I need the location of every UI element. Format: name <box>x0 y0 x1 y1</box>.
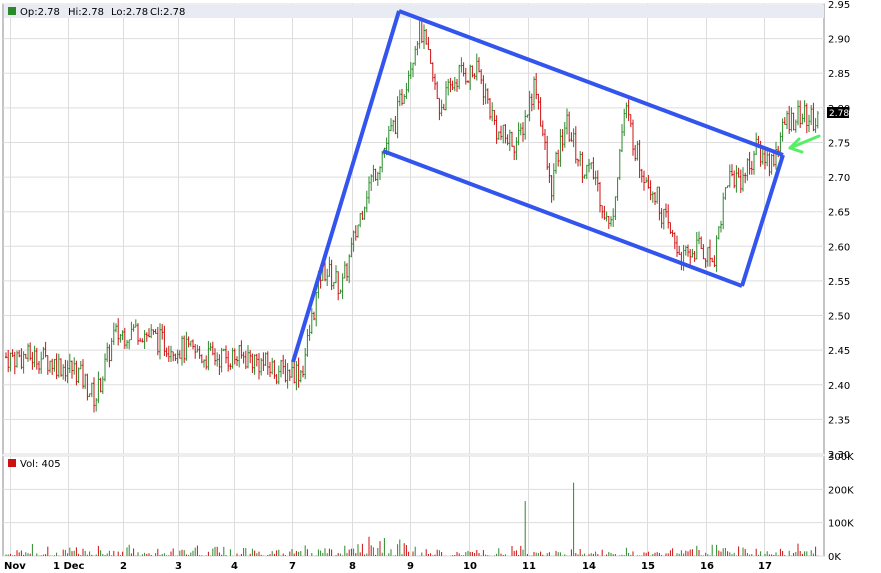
volume-label: Vol: 405 <box>20 459 61 470</box>
x-tick-label: 10 <box>463 561 477 572</box>
x-tick-label: 15 <box>641 561 655 572</box>
x-tick-label: 11 <box>522 561 536 572</box>
x-tick-label: Nov <box>4 561 26 572</box>
x-tick-label: 17 <box>758 561 772 572</box>
price-y-axis: 2.302.352.402.452.502.552.602.652.702.75… <box>828 0 850 461</box>
x-tick-label: 16 <box>700 561 714 572</box>
x-tick-label: 14 <box>582 561 596 572</box>
close-label: Cl:2.78 <box>150 7 185 18</box>
price-tick-label: 2.35 <box>828 415 850 426</box>
price-tick-label: 2.45 <box>828 346 850 357</box>
price-tick-label: 2.75 <box>828 138 850 149</box>
price-tick-label: 2.50 <box>828 312 850 323</box>
x-tick-label: 1 Dec <box>53 561 85 572</box>
x-tick-label: 4 <box>231 561 238 572</box>
price-tick-label: 2.65 <box>828 208 850 219</box>
price-tick-label: 2.90 <box>828 35 850 46</box>
high-label: Hi:2.78 <box>68 7 104 18</box>
price-tick-label: 2.70 <box>828 173 850 184</box>
volume-y-axis: 0K 100K 200K 300K <box>828 452 854 563</box>
x-tick-label: 2 <box>120 561 127 572</box>
volume-panel <box>2 455 825 557</box>
price-tick-label: 2.60 <box>828 242 850 253</box>
volume-tick-label: 300K <box>828 452 854 463</box>
open-label: Op:2.78 <box>20 7 60 18</box>
x-tick-label: 8 <box>349 561 356 572</box>
price-tick-label: 2.85 <box>828 69 850 80</box>
low-label: Lo:2.78 <box>111 7 148 18</box>
x-tick-label: 3 <box>175 561 182 572</box>
stock-chart: Op:2.78 Hi:2.78 Lo:2.78 Cl:2.78 2.302.35… <box>2 0 854 572</box>
price-tick-label: 2.40 <box>828 381 850 392</box>
price-legend-swatch <box>8 7 16 15</box>
last-price-value: 2.78 <box>829 109 849 119</box>
price-tick-label: 2.95 <box>828 0 850 11</box>
x-axis: Nov 1 Dec 2 3 4 7 8 9 10 11 14 15 16 17 <box>4 561 772 572</box>
x-tick-label: 7 <box>289 561 296 572</box>
volume-legend-swatch <box>8 459 16 467</box>
x-tick-label: 9 <box>407 561 414 572</box>
volume-tick-label: 100K <box>828 519 854 530</box>
price-tick-label: 2.55 <box>828 277 850 288</box>
volume-tick-label: 0K <box>828 552 841 563</box>
volume-tick-label: 200K <box>828 485 854 496</box>
